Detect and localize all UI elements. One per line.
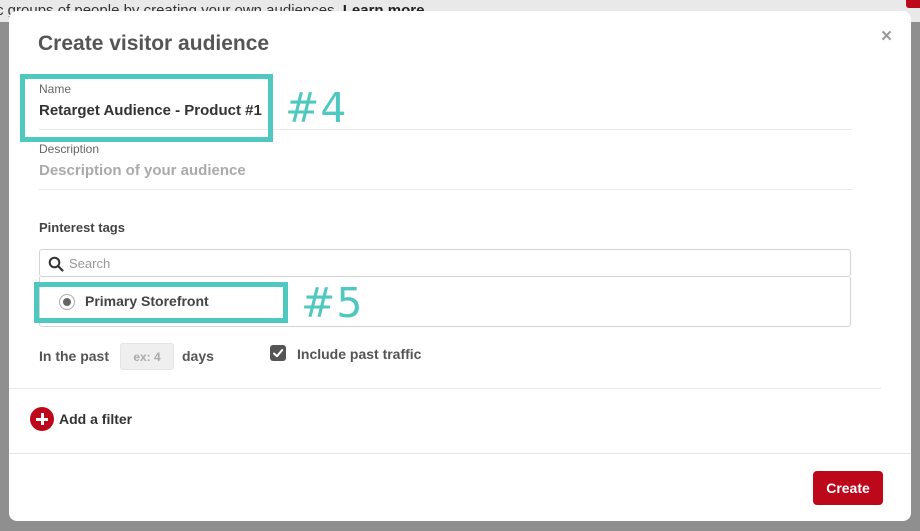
include-past-traffic-label[interactable]: Include past traffic bbox=[297, 346, 421, 362]
add-filter-button[interactable]: Add a filter bbox=[59, 411, 132, 427]
annotation-box-tag bbox=[34, 282, 288, 323]
pinterest-tags-label: Pinterest tags bbox=[39, 220, 125, 235]
tag-search-input[interactable] bbox=[69, 254, 829, 272]
lookback-days-input[interactable] bbox=[120, 343, 174, 370]
include-past-traffic-checkbox[interactable] bbox=[270, 345, 286, 361]
description-divider bbox=[39, 189, 852, 190]
background-red-badge bbox=[906, 0, 920, 8]
close-icon[interactable]: × bbox=[881, 27, 892, 46]
description-input[interactable] bbox=[39, 160, 539, 180]
lookback-suffix-label: days bbox=[182, 348, 214, 364]
search-icon bbox=[48, 256, 64, 272]
add-filter-plus-icon[interactable] bbox=[30, 407, 54, 431]
annotation-label-step-4: #4 bbox=[285, 84, 348, 132]
lookback-prefix-label: In the past bbox=[39, 348, 110, 364]
create-button[interactable]: Create bbox=[813, 471, 883, 505]
annotation-box-name bbox=[20, 74, 273, 142]
description-label: Description bbox=[39, 142, 100, 156]
tag-search-box[interactable] bbox=[39, 249, 851, 277]
modal-title: Create visitor audience bbox=[38, 32, 270, 55]
filter-divider bbox=[9, 388, 881, 389]
checkmark-icon bbox=[273, 349, 284, 358]
annotation-label-step-5: #5 bbox=[301, 279, 364, 327]
footer-divider bbox=[9, 453, 911, 454]
